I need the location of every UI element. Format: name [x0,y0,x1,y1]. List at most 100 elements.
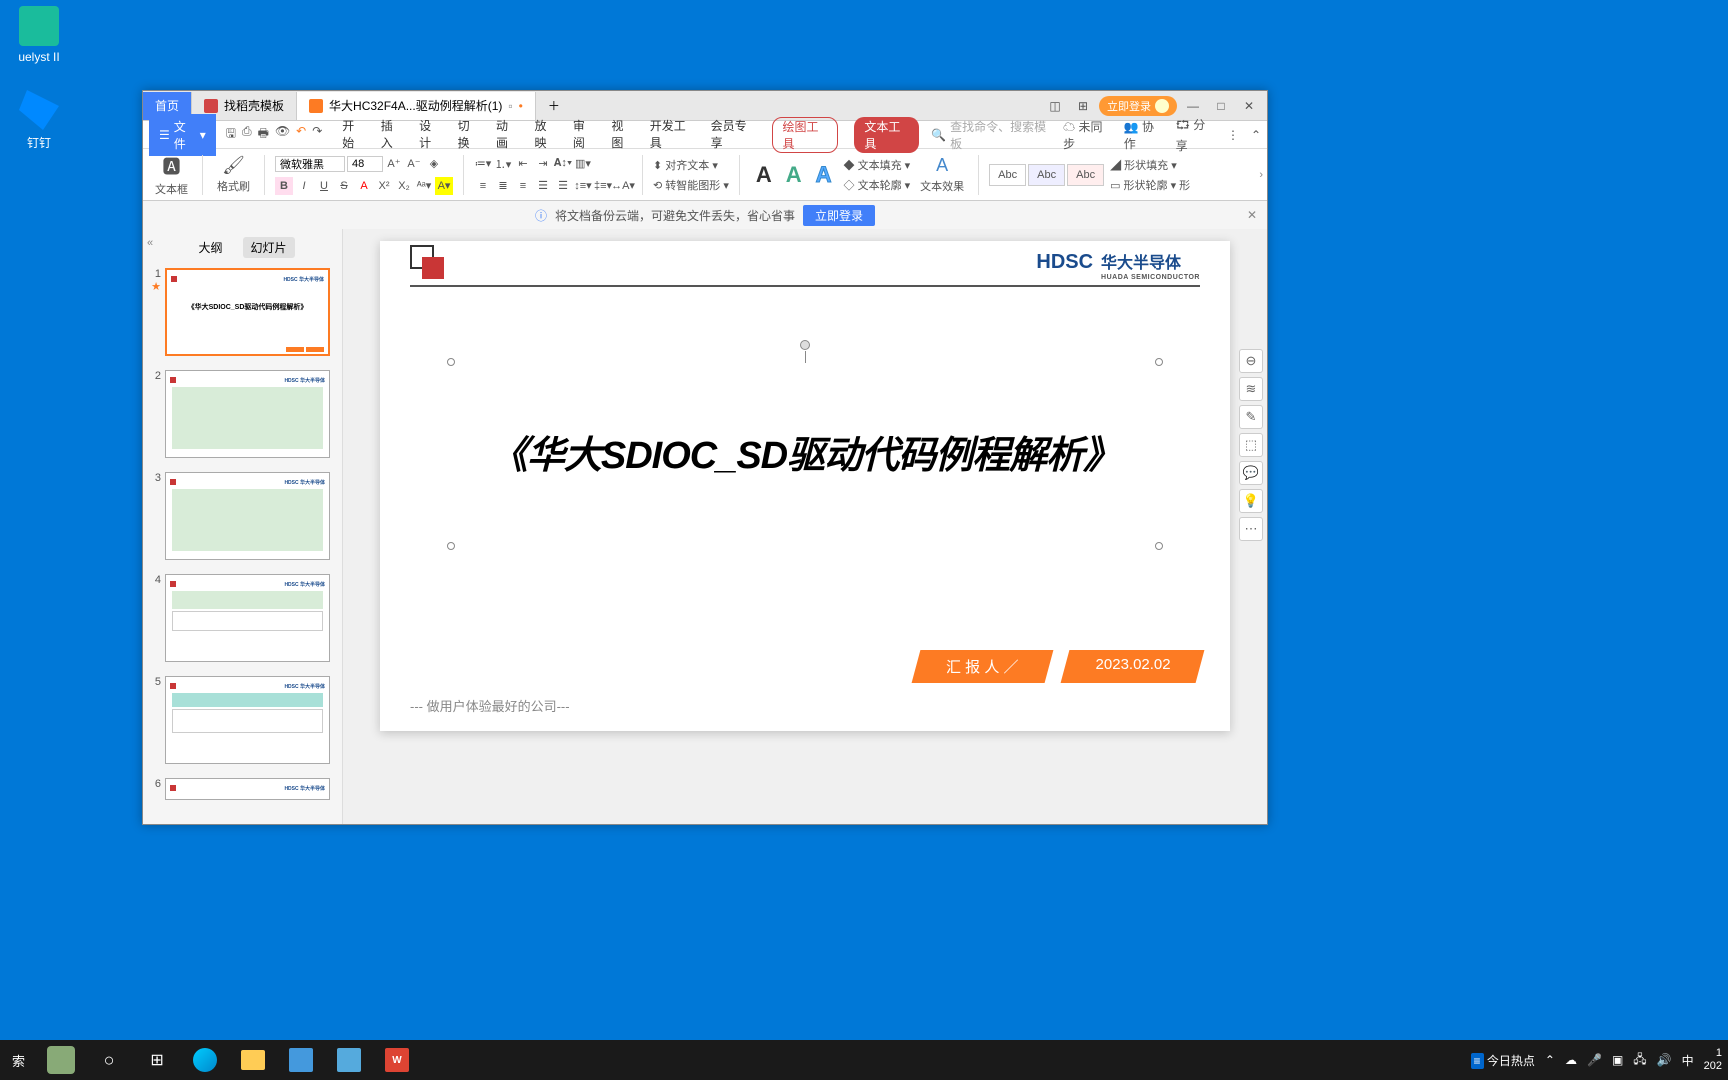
thumbnail-6[interactable]: 6 HDSC 华大半导体 [147,778,338,800]
decrease-font-icon[interactable]: A⁻ [405,155,423,173]
indent-inc-button[interactable]: ⇥ [534,155,552,173]
subscript-button[interactable]: X₂ [395,177,413,195]
tab-insert[interactable]: 插入 [381,117,403,153]
numbering-button[interactable]: ⒈▾ [494,155,512,173]
tray-volume-icon[interactable]: 🔊 [1657,1053,1672,1067]
font-size-select[interactable] [347,156,383,172]
tab-review[interactable]: 审阅 [573,117,595,153]
layers-tool[interactable]: ≋ [1239,377,1263,401]
undo-icon[interactable]: ↶ [296,124,306,145]
print-icon[interactable]: 🖶 [258,124,269,145]
collab-button[interactable]: 👥 协作 [1124,118,1164,152]
taskbar-search[interactable]: 索 [0,1051,37,1070]
resize-handle-se[interactable] [1155,542,1163,550]
close-button[interactable]: ✕ [1237,96,1261,116]
thumbnail-3[interactable]: 3 HDSC 华大半导体 [147,472,338,560]
tab-document[interactable]: 华大HC32F4A...驱动例程解析(1) ▫ • [297,92,536,120]
font-color-button[interactable]: A [355,177,373,195]
grid-icon[interactable]: ⊞ [1071,96,1095,116]
text-style-gallery[interactable]: A A A [750,162,838,188]
text-fill-button[interactable]: ◆ 文本填充 ▾ [844,157,911,173]
tab-text-tool[interactable]: 文本工具 [854,117,919,153]
taskbar-app-1[interactable] [37,1040,85,1080]
taskbar-app-2[interactable] [277,1040,325,1080]
align-center-button[interactable]: ≣ [494,177,512,195]
line-height-button[interactable]: ↕≡▾ [574,177,592,195]
collapse-ribbon-icon[interactable]: ⌃ [1251,128,1261,142]
align-text-button[interactable]: ⬍ 对齐文本 ▾ [653,157,729,173]
sync-button[interactable]: ☁ 未同步 [1063,118,1112,152]
file-menu[interactable]: ☰ 文件 ▾ [149,114,216,156]
increase-font-icon[interactable]: A⁺ [385,155,403,173]
more-tools[interactable]: ⋯ [1239,517,1263,541]
comment-tool[interactable]: 💬 [1239,461,1263,485]
maximize-button[interactable]: □ [1209,96,1233,116]
tab-draw-tool[interactable]: 绘图工具 [772,117,839,153]
start-button[interactable]: ○ [85,1040,133,1080]
thumbnail-5[interactable]: 5 HDSC 华大半导体 [147,676,338,764]
panel-tab-slides[interactable]: 幻灯片 [243,237,295,258]
tab-animation[interactable]: 动画 [496,117,518,153]
align-justify-button[interactable]: ☰ [534,177,552,195]
new-tab-button[interactable]: ＋ [536,92,572,120]
strike-button[interactable]: S [335,177,353,195]
save-icon[interactable]: 🖫 [226,124,236,145]
task-view-button[interactable]: ⊞ [133,1040,181,1080]
login-button[interactable]: 立即登录 [1099,96,1177,116]
format-painter-group[interactable]: 🖌 格式刷 [213,155,254,194]
tray-mic-icon[interactable]: 🎤 [1587,1053,1602,1067]
text-effect-group[interactable]: A 文本效果 [916,155,968,194]
notice-close-button[interactable]: ✕ [1247,208,1257,222]
share-button[interactable]: ⮔ 分享 [1176,116,1215,154]
bullets-button[interactable]: ≔▾ [474,155,492,173]
superscript-button[interactable]: X² [375,177,393,195]
taskbar-edge[interactable] [181,1040,229,1080]
smart-shape-button[interactable]: ⟲ 转智能图形 ▾ [653,177,729,193]
idea-tool[interactable]: 💡 [1239,489,1263,513]
panel-tab-outline[interactable]: 大纲 [190,237,230,258]
redo-icon[interactable]: ↷ [312,124,322,145]
taskbar-app-3[interactable] [325,1040,373,1080]
shape-style-gallery[interactable]: Abc Abc Abc [989,164,1104,186]
underline-button[interactable]: U [315,177,333,195]
shape-outline-button[interactable]: ▭ 形状轮廓 ▾ 形 [1110,177,1190,193]
ribbon-scroll-right[interactable]: › [1259,169,1263,181]
notice-login-button[interactable]: 立即登录 [803,205,875,226]
bold-button[interactable]: B [275,177,293,195]
ime-indicator[interactable]: 中 [1682,1052,1694,1069]
thumbnail-4[interactable]: 4 HDSC 华大半导体 [147,574,338,662]
slide-title-text[interactable]: 《华大SDIOC_SD驱动代码例程解析》 [451,424,1159,479]
para-spacing-button[interactable]: ‡≡▾ [594,177,612,195]
desktop-icon-dingtalk[interactable]: 钉钉 [4,90,74,151]
slide-canvas[interactable]: HDSC 华大半导体 HUADA SEMICONDUCTOR 《华大SDIOC_… [380,241,1230,731]
tray-chevron-icon[interactable]: ⌃ [1545,1053,1555,1067]
clear-format-icon[interactable]: ◈ [425,155,443,173]
taskbar-wps[interactable]: W [373,1040,421,1080]
tab-transition[interactable]: 切换 [458,117,480,153]
tray-network-icon[interactable]: 🖧 [1633,1050,1646,1071]
char-spacing-button[interactable]: ↔A▾ [614,177,632,195]
tab-vip[interactable]: 会员专享 [711,117,756,153]
taskbar-explorer[interactable] [229,1040,277,1080]
textbox-group[interactable]: 🅰 文本框 [151,153,192,197]
resize-handle-ne[interactable] [1155,358,1163,366]
zoom-out-tool[interactable]: ⊖ [1239,349,1263,373]
align-right-button[interactable]: ≡ [514,177,532,195]
thumbnail-2[interactable]: 2 HDSC 华大半导体 [147,370,338,458]
highlight-button[interactable]: A▾ [435,177,453,195]
thumbnail-1[interactable]: 1★ HDSC 华大半导体 《华大SDIOC_SD驱动代码例程解析》 [147,268,338,356]
select-tool[interactable]: ⬚ [1239,433,1263,457]
minimize-button[interactable]: ― [1181,96,1205,116]
text-outline-button[interactable]: ◇ 文本轮廓 ▾ [844,177,911,193]
tab-start[interactable]: 开始 [342,117,364,153]
italic-button[interactable]: I [295,177,313,195]
desktop-icon-duelyst[interactable]: uelyst II [4,6,74,64]
preview-icon[interactable]: 👁 [275,124,290,145]
columns-button[interactable]: ▥▾ [574,155,592,173]
pen-tool[interactable]: ✎ [1239,405,1263,429]
indent-dec-button[interactable]: ⇤ [514,155,532,173]
doc-menu-icon[interactable]: ▫ [508,99,512,113]
tab-devtools[interactable]: 开发工具 [650,117,695,153]
layout-icon[interactable]: ◫ [1043,96,1067,116]
search-box[interactable]: 🔍 查找命令、搜索模板 [931,118,1051,152]
